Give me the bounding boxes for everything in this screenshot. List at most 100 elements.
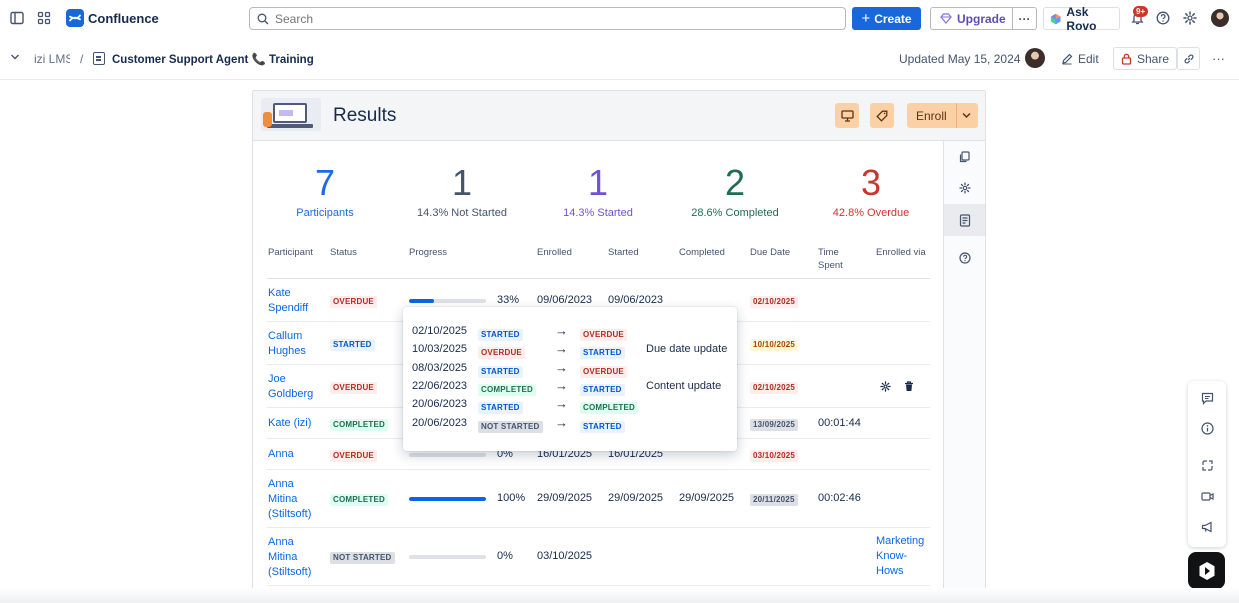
bottom-fade <box>0 588 1239 603</box>
page-more-actions-button[interactable]: ··· <box>1205 47 1232 70</box>
status-lozenge: STARTED <box>330 337 375 352</box>
results-report-icon[interactable] <box>944 204 985 236</box>
ask-rovo-button[interactable]: Ask Rovo <box>1043 5 1120 33</box>
column-header-completed[interactable]: Completed <box>679 246 725 259</box>
participant-name-link[interactable]: Anna Mitina (Stiltsoft) <box>268 535 326 580</box>
app-switcher-icon[interactable] <box>36 10 52 26</box>
due-date-lozenge: 02/10/2025 <box>750 380 799 395</box>
help-icon[interactable] <box>1155 10 1171 26</box>
history-note: Due date update <box>646 343 728 356</box>
stat-number: 1 <box>587 162 609 203</box>
started-date: 09/06/2023 <box>608 293 664 306</box>
chevron-down-icon[interactable] <box>962 112 971 119</box>
edit-button[interactable]: Edit <box>1054 47 1106 70</box>
status-lozenge: COMPLETED <box>330 417 389 432</box>
history-note: Content update <box>646 379 722 392</box>
column-header-status[interactable]: Status <box>330 246 357 259</box>
settings-gear-icon[interactable] <box>1182 10 1198 26</box>
macro-title: Results <box>333 105 397 126</box>
progress-bar <box>409 497 486 501</box>
stat-number: 3 <box>860 162 882 203</box>
arrow-right-icon: → <box>555 341 568 357</box>
sidebar-toggle-icon[interactable] <box>9 10 25 26</box>
tag-button[interactable] <box>870 103 894 128</box>
present-button[interactable] <box>835 103 859 128</box>
breadcrumb-space[interactable]: izi LMS <box>34 52 70 66</box>
author-avatar[interactable] <box>1025 48 1045 68</box>
enroll-button[interactable]: Enroll <box>907 103 978 128</box>
create-button[interactable]: + Create <box>852 7 921 30</box>
history-row: 02/10/2025 STARTED → OVERDUE <box>403 323 737 341</box>
due-date-lozenge: 02/10/2025 <box>750 294 799 309</box>
upgrade-button-group: Upgrade ··· <box>930 7 1037 30</box>
arrow-right-icon: → <box>555 377 568 393</box>
confluence-logo-icon[interactable] <box>66 9 84 27</box>
participant-name-link[interactable]: Anna <box>268 447 326 462</box>
participant-name-link[interactable]: Joe Goldberg <box>268 372 326 402</box>
user-avatar[interactable] <box>1211 9 1229 27</box>
video-camera-icon[interactable] <box>1188 481 1226 511</box>
stat-not-started: 1 14.3% Not Started <box>392 162 532 220</box>
row-delete-trash-icon[interactable] <box>904 381 914 395</box>
to-status-lozenge: COMPLETED <box>580 399 639 415</box>
upgrade-button[interactable]: Upgrade <box>931 8 1013 29</box>
stat-number: 1 <box>451 162 473 203</box>
to-status-lozenge: STARTED <box>580 344 625 360</box>
from-status-lozenge: STARTED <box>478 326 523 341</box>
row-settings-gear-icon[interactable] <box>880 381 891 395</box>
participant-name-link[interactable]: Callum Hughes <box>268 329 326 359</box>
column-header-participant[interactable]: Participant <box>268 246 313 259</box>
from-status-lozenge: NOT STARTED <box>478 418 543 433</box>
info-icon[interactable] <box>1188 413 1226 443</box>
history-date: 08/03/2025 <box>412 361 468 374</box>
participant-name-link[interactable]: Anna Mitina (Stiltsoft) <box>268 477 326 522</box>
history-date: 22/06/2023 <box>412 379 468 392</box>
from-status-lozenge: COMPLETED <box>478 381 537 396</box>
search-input[interactable] <box>275 11 815 26</box>
arrow-right-icon: → <box>555 396 568 412</box>
stat-started: 1 14.3% Started <box>528 162 668 220</box>
assistant-fab-button[interactable] <box>1188 552 1225 589</box>
notification-count-badge: 9+ <box>1133 6 1149 17</box>
stat-label: 14.3% Not Started <box>417 207 507 219</box>
column-header-due-date[interactable]: Due Date <box>750 246 790 259</box>
time-spent: 00:01:44 <box>818 416 861 429</box>
enrolled-date: 03/10/2025 <box>537 550 593 562</box>
enrolled-date: 29/09/2025 <box>537 492 593 504</box>
comments-icon[interactable] <box>1188 383 1226 413</box>
copy-icon[interactable] <box>944 141 985 173</box>
enrolled-via-link[interactable]: Marketing Know-Hows <box>876 534 934 579</box>
participant-name-link[interactable]: Kate Spendiff <box>268 286 326 316</box>
settings-gear-icon[interactable] <box>944 172 985 204</box>
column-header-time-spent[interactable]: Time Spent <box>818 246 858 272</box>
help-icon[interactable] <box>944 242 985 274</box>
monitor-icon <box>840 109 854 122</box>
completed-date: 29/09/2025 <box>679 492 735 504</box>
participant-name-link[interactable]: Kate (izi) <box>268 416 326 431</box>
chevron-down-icon[interactable] <box>10 53 20 64</box>
search-box[interactable] <box>249 7 846 30</box>
column-header-enrolled[interactable]: Enrolled <box>537 246 572 259</box>
table-row: Anna Mitina (Stiltsoft) COMPLETED 100% 29/0… <box>267 470 930 528</box>
from-status-lozenge: OVERDUE <box>478 344 525 360</box>
course-illustration <box>261 98 321 131</box>
stat-label: Participants <box>296 207 354 219</box>
tag-icon <box>876 110 888 122</box>
megaphone-icon[interactable] <box>1188 512 1226 542</box>
copy-link-button[interactable] <box>1177 47 1200 70</box>
confluence-logo-text[interactable]: Confluence <box>88 11 159 26</box>
stat-label: 42.8% Overdue <box>832 207 910 219</box>
share-button[interactable]: Share <box>1113 47 1178 70</box>
page-header-bar: izi LMS / Customer Support Agent 📞 Train… <box>0 37 1239 80</box>
column-header-enrolled-via[interactable]: Enrolled via <box>876 246 926 259</box>
page-title[interactable]: Customer Support Agent 📞 Training <box>112 52 314 66</box>
history-row-clipped <box>403 307 737 314</box>
column-header-progress[interactable]: Progress <box>409 246 447 259</box>
history-row: 20/06/2023 STARTED → COMPLETED <box>403 396 737 415</box>
column-header-started[interactable]: Started <box>608 246 639 259</box>
pencil-icon <box>1062 53 1073 64</box>
loop-icon[interactable] <box>1188 450 1226 480</box>
lms-results-macro: Results Enroll 7 Participants 1 14.3% No… <box>252 90 986 590</box>
history-row: 10/03/2025 OVERDUE → STARTED Due date update <box>403 341 737 360</box>
upgrade-more-button[interactable]: ··· <box>1013 12 1036 26</box>
